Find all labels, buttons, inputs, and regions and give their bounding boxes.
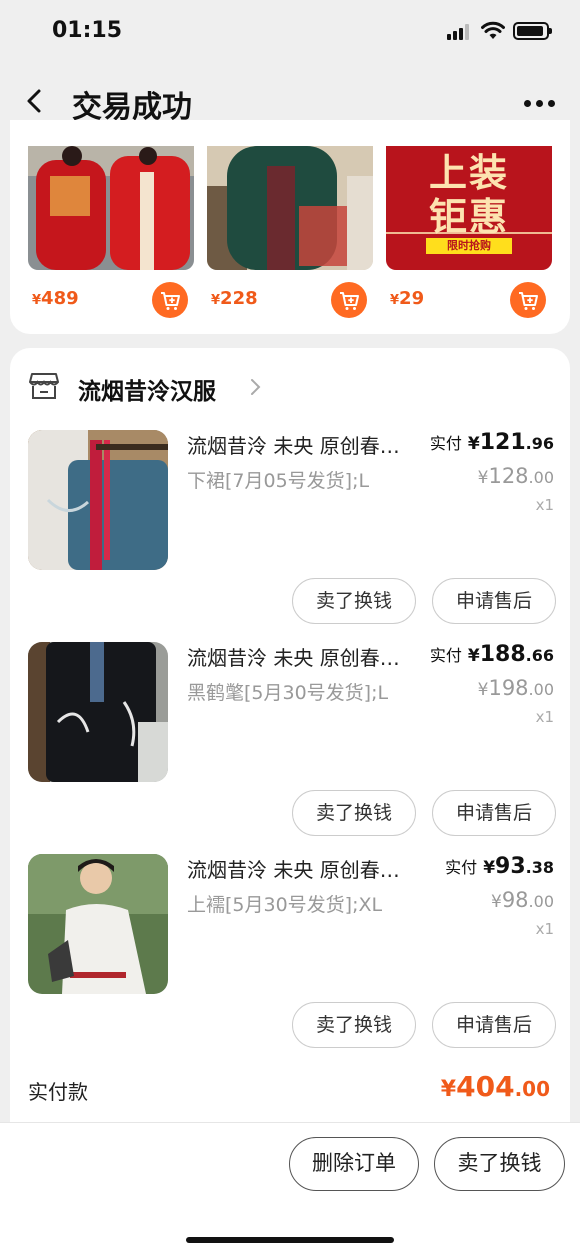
recommendation-price: ¥29 xyxy=(390,288,425,309)
cart-icon xyxy=(340,292,359,310)
after-sales-button[interactable]: 申请售后 xyxy=(432,578,556,624)
order-item[interactable]: 流烟昔泠 未央 原创春… 黑鹤氅[5月30号发货];L 实付 ¥188.66 ¥1… xyxy=(28,642,556,854)
add-to-cart-button[interactable] xyxy=(152,282,188,318)
paid-price: 实付 ¥188.66 xyxy=(429,642,554,667)
original-price: ¥198.00 xyxy=(477,676,554,700)
store-icon xyxy=(29,373,59,399)
product-title: 流烟昔泠 未央 原创春… xyxy=(187,434,400,458)
more-dots-icon[interactable] xyxy=(520,92,560,112)
divider xyxy=(386,232,552,234)
product-image xyxy=(28,146,194,270)
quantity: x1 xyxy=(535,920,554,938)
product-thumbnail xyxy=(28,854,168,994)
recommendation-item[interactable]: ¥489 xyxy=(28,146,194,318)
wifi-icon xyxy=(481,21,505,39)
product-sku: 黑鹤氅[5月30号发货];L xyxy=(187,682,389,704)
promo-banner: 上装 钜惠 限时抢购 xyxy=(386,146,552,270)
recommendation-strip: ¥489 ¥228 上装 钜惠 限时抢购 ¥29 xyxy=(10,120,570,334)
recommendation-price: ¥489 xyxy=(32,288,79,309)
status-bar: 01:15 xyxy=(0,0,580,64)
battery-icon xyxy=(513,22,552,40)
sell-for-cash-button[interactable]: 卖了换钱 xyxy=(434,1137,565,1191)
add-to-cart-button[interactable] xyxy=(331,282,367,318)
product-image xyxy=(207,146,373,270)
quantity: x1 xyxy=(535,708,554,726)
paid-price: 实付 ¥121.96 xyxy=(429,430,554,455)
total-label: 实付款 xyxy=(28,1080,88,1104)
after-sales-button[interactable]: 申请售后 xyxy=(432,1002,556,1048)
quantity: x1 xyxy=(535,496,554,514)
product-thumbnail xyxy=(28,642,168,782)
cart-icon xyxy=(519,292,538,310)
delete-order-button[interactable]: 删除订单 xyxy=(289,1137,419,1191)
promo-tag: 限时抢购 xyxy=(426,238,512,254)
home-indicator[interactable] xyxy=(186,1237,394,1243)
chevron-right-icon xyxy=(251,379,261,395)
original-price: ¥98.00 xyxy=(490,888,554,912)
bottom-action-bar: 删除订单 卖了换钱 xyxy=(0,1122,580,1255)
total-amount: ¥404.00 xyxy=(440,1070,550,1103)
order-item[interactable]: 流烟昔泠 未央 原创春… 下裙[7月05号发货];L 实付 ¥121.96 ¥12… xyxy=(28,430,556,642)
status-time: 01:15 xyxy=(52,18,123,43)
product-sku: 下裙[7月05号发货];L xyxy=(187,470,370,492)
recommendation-item[interactable]: 上装 钜惠 限时抢购 ¥29 xyxy=(386,146,552,318)
sell-for-cash-button[interactable]: 卖了换钱 xyxy=(292,578,416,624)
product-title: 流烟昔泠 未央 原创春… xyxy=(187,858,400,882)
sell-for-cash-button[interactable]: 卖了换钱 xyxy=(292,1002,416,1048)
chevron-left-icon[interactable] xyxy=(20,86,50,116)
product-sku: 上襦[5月30号发货];XL xyxy=(187,894,383,916)
cellular-signal-icon xyxy=(447,24,473,40)
after-sales-button[interactable]: 申请售后 xyxy=(432,790,556,836)
product-thumbnail xyxy=(28,430,168,570)
shop-header[interactable]: 流烟昔泠汉服 xyxy=(28,370,328,405)
shop-name: 流烟昔泠汉服 xyxy=(78,379,216,405)
sell-for-cash-button[interactable]: 卖了换钱 xyxy=(292,790,416,836)
cart-icon xyxy=(161,292,180,310)
recommendation-price: ¥228 xyxy=(211,288,258,309)
order-item[interactable]: 流烟昔泠 未央 原创春… 上襦[5月30号发货];XL 实付 ¥93.38 ¥98… xyxy=(28,854,556,1066)
total-row: 实付款 ¥404.00 xyxy=(28,1070,554,1110)
product-title: 流烟昔泠 未央 原创春… xyxy=(187,646,400,670)
add-to-cart-button[interactable] xyxy=(510,282,546,318)
original-price: ¥128.00 xyxy=(477,464,554,488)
shop-order-card: 流烟昔泠汉服 流烟昔泠 未央 原创春… 下裙[7月05号发货];L 实付 ¥121… xyxy=(10,348,570,1123)
paid-price: 实付 ¥93.38 xyxy=(445,854,554,879)
recommendation-item[interactable]: ¥228 xyxy=(207,146,373,318)
